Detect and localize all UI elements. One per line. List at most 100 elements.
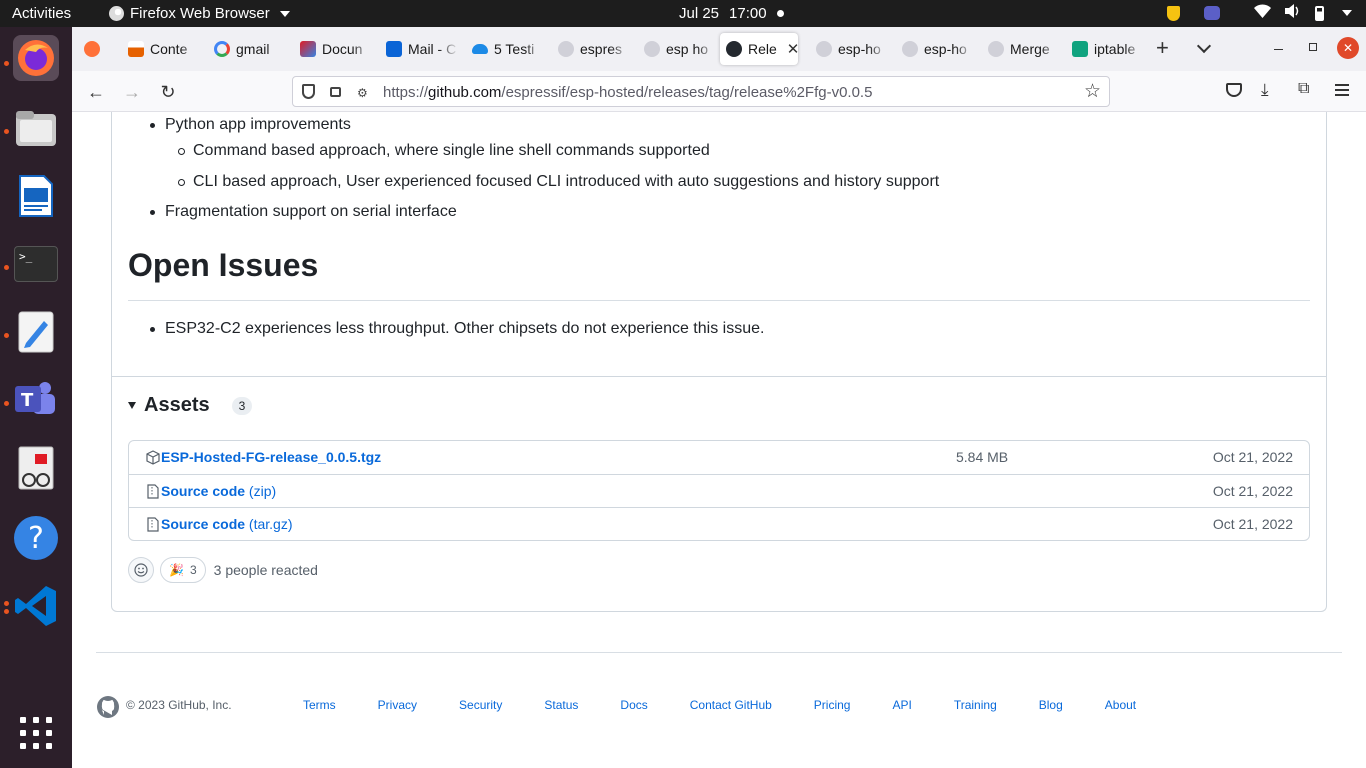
list-item-text: CLI based approach, User experienced foc… <box>193 173 940 190</box>
back-button[interactable]: ← <box>84 80 108 104</box>
list-item: CLI based approach, User experienced foc… <box>178 173 939 191</box>
tab-2[interactable]: Docun <box>294 33 372 65</box>
dock: >_ T ? <box>0 27 72 768</box>
navigation-toolbar: ← → ↻ ⚙ https://github.com/espressif/esp… <box>72 71 1366 112</box>
onedrive-icon <box>472 44 488 54</box>
teams-tray-icon[interactable] <box>1204 6 1220 20</box>
assets-toggle[interactable]: Assets 3 <box>128 394 253 417</box>
tab-3[interactable]: Mail - C <box>380 33 458 65</box>
show-applications-button[interactable] <box>20 717 52 749</box>
maximize-button[interactable] <box>1309 43 1317 51</box>
dock-files[interactable] <box>13 105 59 151</box>
tab-5[interactable]: espres <box>552 33 630 65</box>
firefox-icon <box>18 40 54 76</box>
tab-10[interactable]: Merge <box>982 33 1060 65</box>
app-menu[interactable]: Firefox Web Browser <box>109 5 290 22</box>
bullet-icon <box>178 178 185 186</box>
grid-dot-icon <box>20 743 26 749</box>
new-tab-button[interactable]: + <box>1156 37 1169 59</box>
assets-title: Assets <box>144 394 210 416</box>
footer-link-terms[interactable]: Terms <box>303 698 336 712</box>
dock-document-viewer[interactable] <box>13 445 59 491</box>
permissions-icon[interactable]: ⚙ <box>357 86 368 100</box>
footer-link-pricing[interactable]: Pricing <box>814 698 851 712</box>
grid-dot-icon <box>33 717 39 723</box>
grid-dot-icon <box>46 730 52 736</box>
running-indicator <box>4 601 9 606</box>
shield-status-icon[interactable] <box>1167 5 1180 21</box>
grid-dot-icon <box>33 730 39 736</box>
dock-firefox[interactable] <box>13 35 59 81</box>
wifi-icon[interactable] <box>1254 4 1271 22</box>
reload-button[interactable]: ↻ <box>156 80 180 104</box>
dock-help[interactable]: ? <box>13 515 59 561</box>
forward-button[interactable]: → <box>120 80 144 104</box>
asset-link[interactable]: Source code (tar.gz) <box>161 516 293 532</box>
asset-row: Source code (tar.gz) Oct 21, 2022 <box>129 507 1309 540</box>
reaction-hooray-button[interactable]: 🎉 3 <box>160 557 206 583</box>
footer-link-security[interactable]: Security <box>459 698 502 712</box>
add-reaction-button[interactable] <box>128 557 154 583</box>
tab-7-active[interactable]: Rele ✕ <box>720 33 798 65</box>
svg-text:T: T <box>21 390 34 411</box>
tab-11[interactable]: iptable <box>1066 33 1144 65</box>
footer-link-privacy[interactable]: Privacy <box>378 698 417 712</box>
pocket-icon[interactable] <box>1226 83 1242 97</box>
dock-libreoffice-writer[interactable] <box>13 173 59 219</box>
volume-icon[interactable] <box>1285 4 1301 22</box>
footer-link-contact[interactable]: Contact GitHub <box>690 698 772 712</box>
close-window-button[interactable]: ✕ <box>1337 37 1359 59</box>
footer-link-training[interactable]: Training <box>954 698 997 712</box>
tracking-protection-shield-icon[interactable] <box>302 84 315 99</box>
battery-icon[interactable] <box>1315 5 1324 21</box>
tab-0[interactable]: Conte <box>122 33 200 65</box>
extensions-icon[interactable]: ⧉ <box>1298 80 1309 98</box>
footer-link-blog[interactable]: Blog <box>1039 698 1063 712</box>
dock-text-editor[interactable] <box>13 309 59 355</box>
bullet-icon <box>178 147 185 155</box>
firefox-view-button[interactable] <box>78 33 106 65</box>
footer-link-api[interactable]: API <box>892 698 911 712</box>
footer-link-about[interactable]: About <box>1105 698 1136 712</box>
minimize-button[interactable] <box>1274 49 1283 50</box>
tab-1[interactable]: gmail <box>208 33 286 65</box>
asset-date: Oct 21, 2022 <box>1212 516 1293 532</box>
bookmark-star-icon[interactable]: ☆ <box>1084 80 1101 103</box>
tab-4[interactable]: 5 Testi <box>466 33 544 65</box>
tab-9[interactable]: esp-ho <box>896 33 974 65</box>
lock-icon[interactable] <box>330 87 341 97</box>
tab-strip: Conte gmail Docun Mail - C 5 Testi espre… <box>72 27 1366 71</box>
list-all-tabs-icon[interactable] <box>1196 38 1212 54</box>
footer-link-status[interactable]: Status <box>544 698 578 712</box>
dock-terminal[interactable]: >_ <box>13 241 59 287</box>
asset-link[interactable]: Source code (zip) <box>161 483 276 499</box>
teams-icon: T <box>15 382 55 414</box>
tab-label: Merge <box>1010 41 1050 57</box>
clock[interactable]: Jul 25 17:00 <box>679 5 784 22</box>
dock-teams[interactable]: T <box>13 377 59 423</box>
asset-link[interactable]: ESP-Hosted-FG-release_0.0.5.tgz <box>161 449 381 465</box>
grid-dot-icon <box>46 743 52 749</box>
system-menu-caret-icon[interactable] <box>1342 10 1352 16</box>
system-tray[interactable] <box>1167 4 1352 22</box>
hamburger-menu-icon[interactable] <box>1335 84 1349 96</box>
url-text[interactable]: https://github.com/espressif/esp-hosted/… <box>383 84 872 101</box>
tab-6[interactable]: esp ho <box>638 33 716 65</box>
footer-link-docs[interactable]: Docs <box>620 698 647 712</box>
terminal-icon: >_ <box>14 246 58 282</box>
close-tab-icon[interactable]: ✕ <box>787 40 798 58</box>
grid-dot-icon <box>20 730 26 736</box>
activities-button[interactable]: Activities <box>12 5 71 22</box>
firefox-app-icon <box>109 6 124 21</box>
smiley-icon <box>134 563 148 577</box>
footer-links: Terms Privacy Security Status Docs Conta… <box>303 698 1136 712</box>
grid-dot-icon <box>33 743 39 749</box>
tada-icon: 🎉 <box>169 563 184 577</box>
url-bar[interactable]: ⚙ https://github.com/espressif/esp-hoste… <box>292 76 1110 107</box>
downloads-icon[interactable]: ⤓ <box>1261 80 1269 100</box>
tab-8[interactable]: esp-ho <box>810 33 888 65</box>
dock-vscode[interactable] <box>13 583 59 629</box>
tab-label: 5 Testi <box>494 41 535 57</box>
github-logo-icon[interactable] <box>96 695 120 719</box>
footer-copyright: © 2023 GitHub, Inc. <box>126 698 232 712</box>
